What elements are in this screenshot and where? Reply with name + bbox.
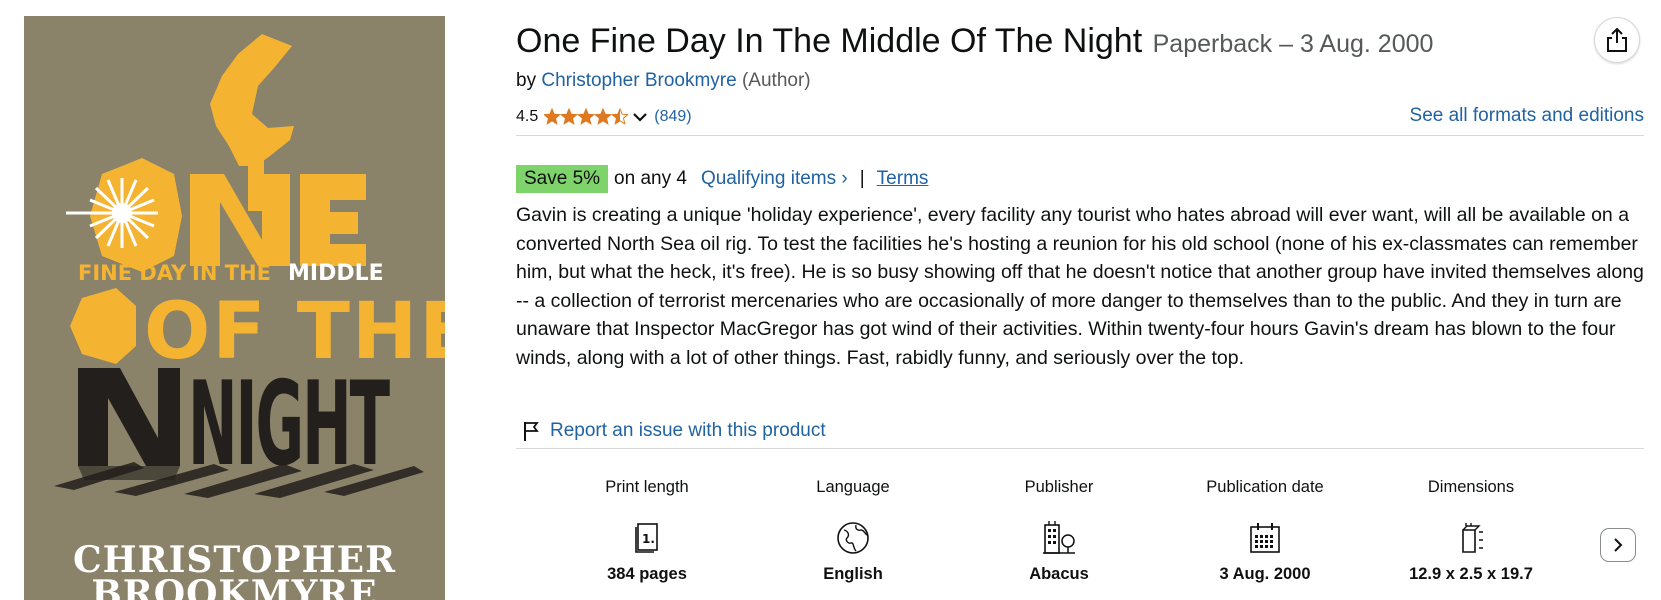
carousel-next-button[interactable] — [1600, 528, 1636, 562]
calendar-icon — [1162, 519, 1368, 557]
product-title: One Fine Day In The Middle Of The Night — [516, 22, 1143, 60]
cover-line-1: FINE DAY — [78, 261, 187, 285]
share-button[interactable] — [1594, 17, 1640, 63]
cover-author-line-1: CHRISTOPHER — [72, 539, 396, 581]
cover-artwork: FINE DAY IN THE MIDDLE OF THE NIGHT — [54, 34, 445, 498]
rating-row: 4.5 (849) — [516, 108, 692, 126]
book-description: Gavin is creating a unique 'holiday expe… — [516, 204, 1644, 369]
promo-text: on any 4 — [614, 168, 687, 189]
spec-value: 12.9 x 2.5 x 19.7 — [1409, 565, 1533, 583]
stars-icon — [544, 108, 629, 125]
spec-value: Abacus — [1029, 565, 1089, 583]
book-cover-image[interactable]: FINE DAY IN THE MIDDLE OF THE NIGHT CHRI… — [24, 16, 445, 600]
report-issue-link[interactable]: Report an issue with this product — [522, 420, 826, 442]
spec-value: 3 Aug. 2000 — [1219, 565, 1311, 583]
flag-icon — [522, 420, 540, 442]
cover-line-3: MIDDLE — [288, 261, 384, 286]
cover-author-line-2: BROOKMYRE — [91, 573, 378, 600]
globe-icon — [750, 519, 956, 557]
dimensions-icon — [1368, 519, 1574, 557]
divider — [516, 448, 1644, 449]
divider — [516, 135, 1644, 136]
author-role: (Author) — [741, 70, 811, 91]
see-all-formats-link[interactable]: See all formats and editions — [1410, 105, 1644, 127]
product-format: Paperback – 3 Aug. 2000 — [1152, 30, 1434, 58]
by-label: by — [516, 70, 537, 91]
promotion-row: Save 5% on any 4 Qualifying items › | Te… — [516, 165, 928, 193]
spec-label: Publisher — [1024, 478, 1094, 496]
svg-text:1.: 1. — [642, 532, 655, 546]
spec-publication-date: Publication date 3 Aug. 2000 — [1162, 478, 1368, 584]
chevron-down-icon — [633, 113, 648, 122]
product-specs-carousel: Print length 1. 384 pages Language Engli… — [516, 478, 1644, 600]
book-pages-icon: 1. — [544, 519, 750, 557]
rating-count-link[interactable]: (849) — [654, 108, 691, 126]
star-rating[interactable] — [544, 108, 654, 126]
spec-label: Language — [816, 478, 890, 496]
chevron-right-icon — [1614, 538, 1623, 552]
spec-language: Language English — [750, 478, 956, 584]
report-issue-label: Report an issue with this product — [550, 420, 826, 441]
cover-line-2: IN THE — [192, 261, 271, 285]
spec-value: English — [823, 565, 883, 583]
spec-print-length: Print length 1. 384 pages — [544, 478, 750, 584]
spec-label: Publication date — [1206, 478, 1324, 496]
spec-dimensions: Dimensions 12.9 x 2.5 x 19.7 — [1368, 478, 1574, 584]
share-icon — [1607, 27, 1627, 52]
rating-score: 4.5 — [516, 108, 539, 125]
title-row: One Fine Day In The Middle Of The Night … — [516, 22, 1433, 61]
terms-link[interactable]: Terms — [877, 168, 929, 190]
building-icon — [956, 519, 1162, 557]
byline: by Christopher Brookmyre (Author) — [516, 70, 811, 92]
promo-separator: | — [859, 168, 865, 189]
save-badge: Save 5% — [516, 165, 609, 193]
spec-label: Dimensions — [1427, 478, 1515, 496]
spec-value: 384 pages — [607, 565, 687, 583]
spec-publisher: Publisher Abacus — [956, 478, 1162, 584]
spec-label: Print length — [605, 478, 689, 496]
author-link[interactable]: Christopher Brookmyre — [541, 70, 736, 91]
qualifying-items-link[interactable]: Qualifying items › — [701, 168, 848, 190]
